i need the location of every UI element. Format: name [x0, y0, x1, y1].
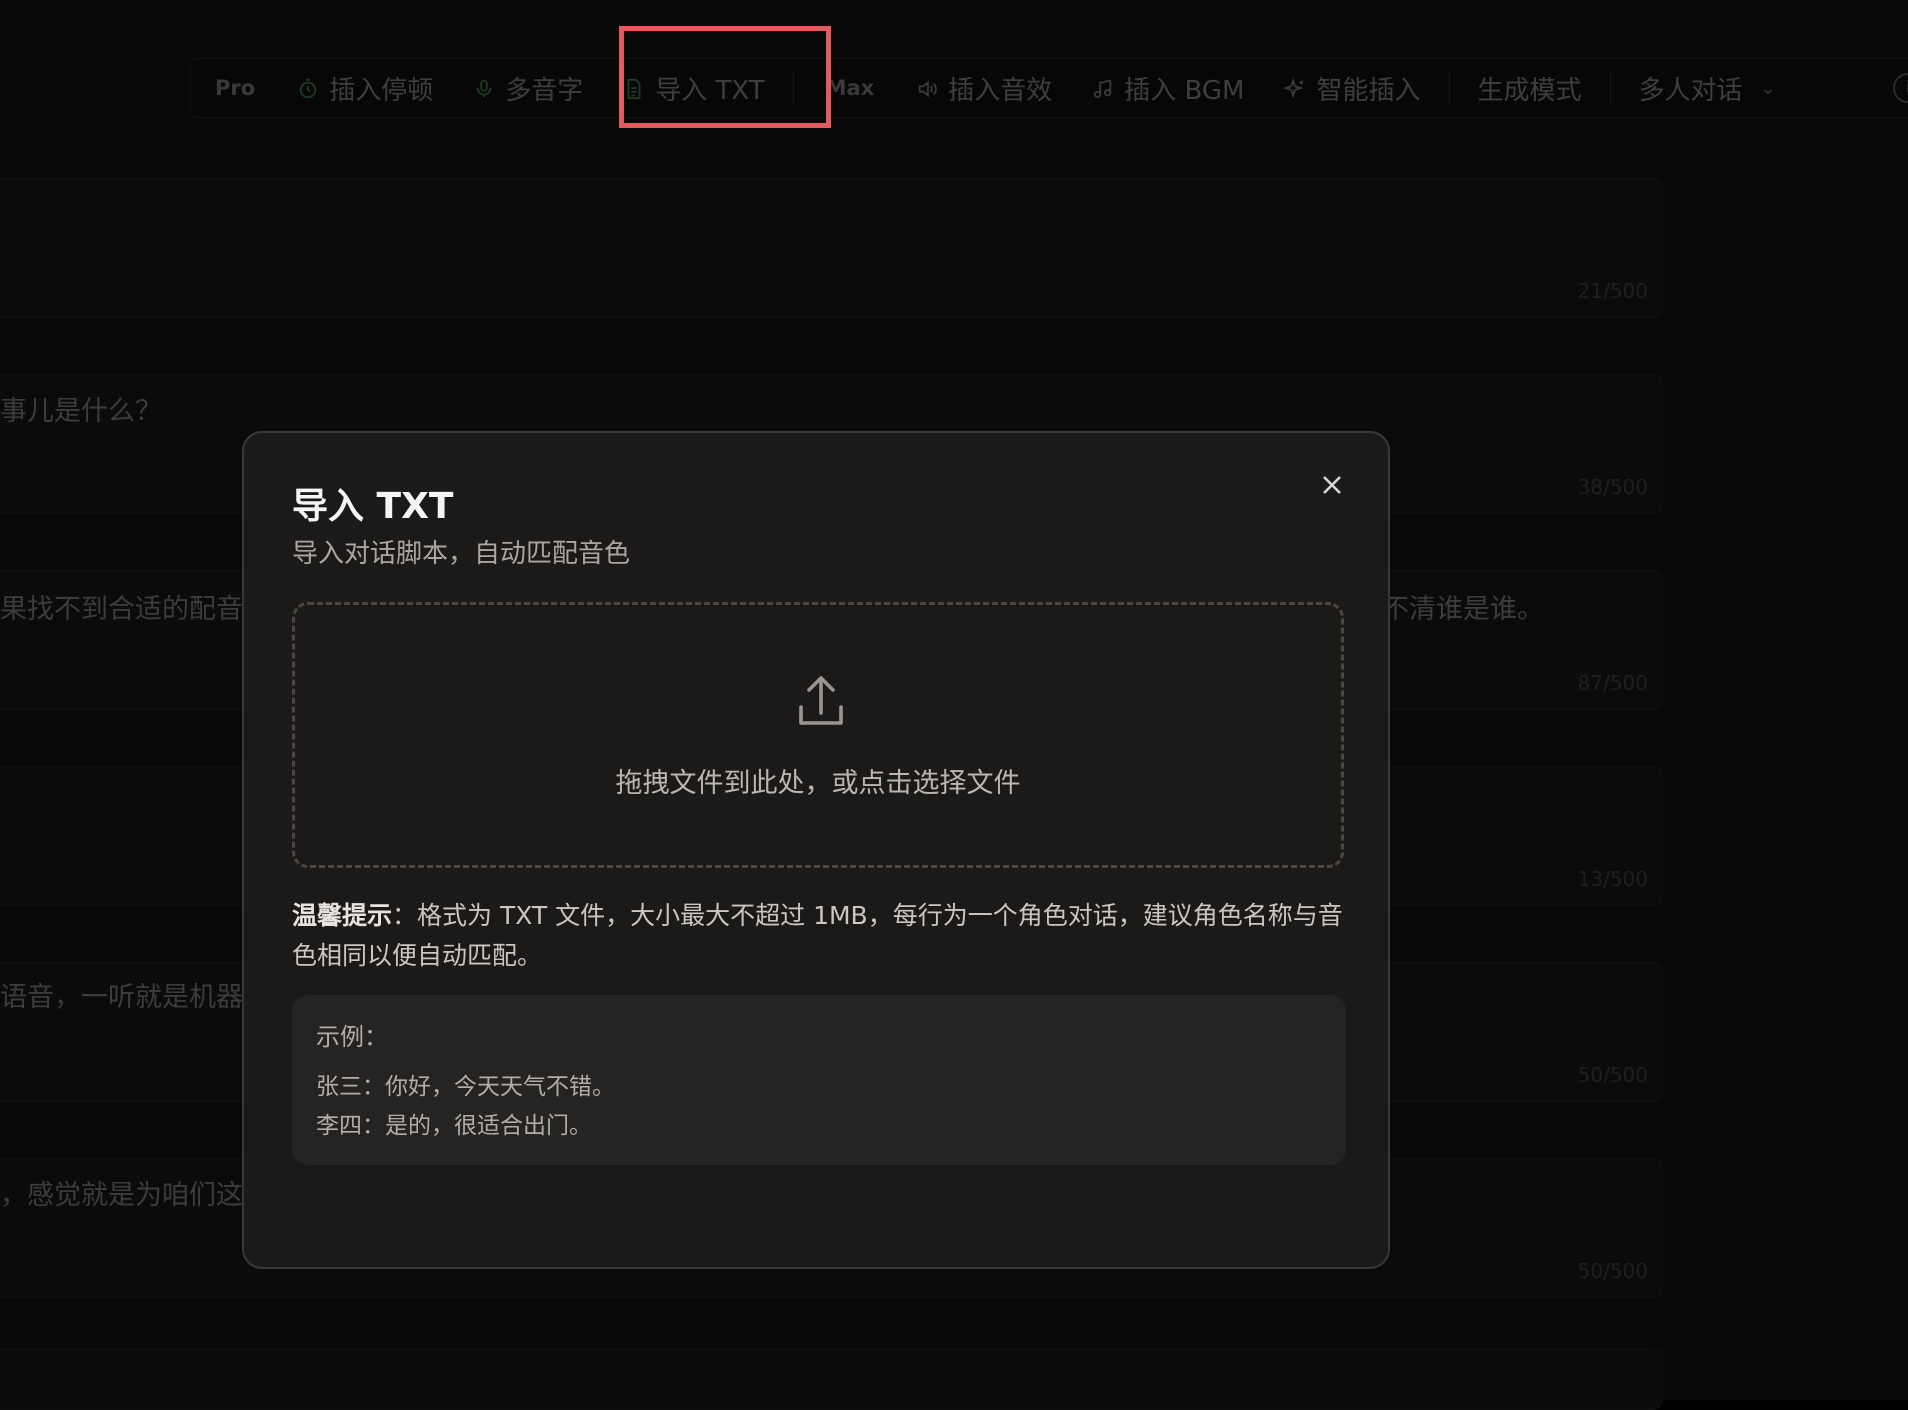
row-text: ，感觉就是为咱们这: [0, 1180, 243, 1211]
gen-mode-label: 生成模式: [1458, 70, 1602, 107]
sparkle-icon: [1283, 77, 1306, 99]
import-txt-modal: 导入 TXT 导入对话脚本，自动匹配音色 拖拽文件到此处，或点击选择文件 温馨提…: [242, 431, 1390, 1269]
close-icon: [1323, 476, 1341, 494]
char-count: 50/500: [1577, 1259, 1648, 1283]
insert-sfx-label: 插入音效: [948, 75, 1053, 106]
tip-label: 温馨提示: [292, 901, 393, 930]
speaker-icon: [916, 77, 938, 99]
max-group: Max 插入音效 插入 BGM 智能插入: [802, 59, 1441, 117]
dropzone-text: 拖拽文件到此处，或点击选择文件: [615, 768, 1021, 799]
char-count: 13/500: [1577, 867, 1648, 891]
char-count: 50/500: [1577, 1063, 1648, 1087]
microphone-icon: [473, 77, 495, 99]
row-text-right: 不清谁是谁。: [1382, 594, 1544, 625]
polyphone-label: 多音字: [505, 75, 584, 106]
insert-pause-button[interactable]: 插入停顿: [277, 70, 453, 107]
dialog-row[interactable]: 21/500: [0, 178, 1663, 318]
row-text: 语音，一听就是机器: [0, 982, 243, 1013]
example-box: 示例： 张三：你好，今天天气不错。 李四：是的，很适合出门。: [292, 995, 1346, 1165]
multi-dialog-select[interactable]: 多人对话 ⌄: [1619, 70, 1796, 107]
multi-dialog-value: 多人对话: [1638, 75, 1743, 106]
insert-bgm-label: 插入 BGM: [1124, 75, 1245, 106]
char-count: 21/500: [1577, 279, 1648, 303]
import-txt-highlight: [619, 26, 831, 128]
file-dropzone[interactable]: 拖拽文件到此处，或点击选择文件: [292, 602, 1344, 868]
example-line: 李四：是的，很适合出门。: [316, 1113, 592, 1139]
tip-body: ：格式为 TXT 文件，大小最大不超过 1MB，每行为一个角色对话，建议角色名称…: [292, 901, 1343, 970]
insert-sfx-button[interactable]: 插入音效: [896, 70, 1072, 107]
modal-subtitle: 导入对话脚本，自动匹配音色: [292, 539, 631, 569]
polyphone-button[interactable]: 多音字: [453, 70, 603, 107]
upload-icon: [791, 673, 851, 733]
chevron-down-icon: ⌄: [1760, 77, 1776, 99]
char-count: 87/500: [1577, 671, 1648, 695]
info-icon[interactable]: i: [1893, 73, 1908, 103]
dialog-row[interactable]: [0, 1348, 1663, 1410]
toolbar-divider: [1609, 71, 1611, 105]
tip-text: 温馨提示：格式为 TXT 文件，大小最大不超过 1MB，每行为一个角色对话，建议…: [292, 896, 1352, 976]
example-line: 张三：你好，今天天气不错。: [316, 1074, 615, 1100]
smart-insert-label: 智能插入: [1316, 75, 1421, 106]
pro-badge: Pro: [215, 76, 256, 100]
editor-toolbar: Pro 插入停顿 多音字 导入 TXT Max 插入音效 插入 BGM 智能插入…: [190, 58, 1908, 118]
gen-mode-text: 生成模式: [1477, 75, 1582, 106]
row-text: 果找不到合适的配音: [0, 594, 243, 625]
char-count: 38/500: [1577, 475, 1648, 499]
timer-icon: [297, 77, 319, 99]
smart-insert-button[interactable]: 智能插入: [1264, 70, 1440, 107]
row-text: 事儿是什么？: [0, 396, 162, 427]
insert-pause-label: 插入停顿: [329, 75, 434, 106]
example-label: 示例：: [316, 1023, 388, 1051]
music-note-icon: [1092, 77, 1114, 99]
insert-bgm-button[interactable]: 插入 BGM: [1072, 70, 1264, 107]
modal-title: 导入 TXT: [292, 486, 454, 527]
close-button[interactable]: [1312, 465, 1352, 505]
toolbar-divider: [1448, 71, 1450, 105]
